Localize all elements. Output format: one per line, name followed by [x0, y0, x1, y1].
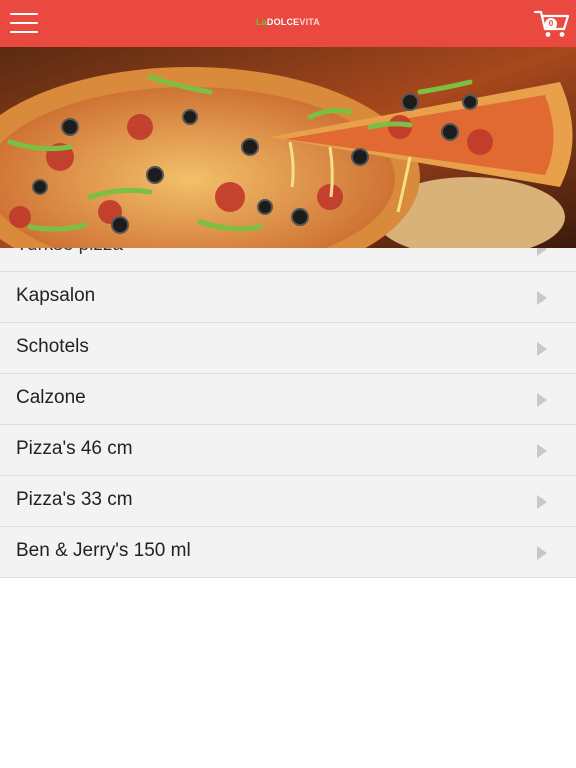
list-item[interactable]: Pizza's 33 cm [0, 476, 576, 527]
list-item-label: Calzone [16, 387, 86, 408]
list-item[interactable]: Schotels [0, 323, 576, 374]
chevron-right-icon [537, 495, 547, 509]
list-item-label: Ben & Jerry's 150 ml [16, 540, 191, 561]
list-item-label: Pizza's 46 cm [16, 438, 133, 459]
chevron-right-icon [537, 248, 547, 256]
shopping-cart-button[interactable]: 0 [533, 9, 570, 39]
top-bar: LaDOLCEVITA 0 [0, 0, 576, 47]
list-item[interactable]: Pizza's 46 cm [0, 425, 576, 476]
chevron-right-icon [537, 444, 547, 458]
list-item-label: Pizza's 33 cm [16, 489, 133, 510]
logo-text-la: La [255, 17, 267, 27]
hero-pizza-image [0, 47, 576, 248]
list-item-label: Kapsalon [16, 285, 96, 306]
chevron-right-icon [537, 291, 547, 305]
list-item[interactable]: Ben & Jerry's 150 ml [0, 527, 576, 578]
list-item[interactable]: Kapsalon [0, 272, 576, 323]
list-item-label: Turkse pizza [16, 248, 123, 256]
brand-logo: LaDOLCEVITA [0, 17, 576, 27]
logo-text-dolce: DOLCE [266, 17, 300, 27]
logo-text-vita: VITA [299, 17, 321, 27]
list-item-label: Schotels [16, 336, 89, 357]
list-item[interactable]: Calzone [0, 374, 576, 425]
chevron-right-icon [537, 393, 547, 407]
cart-count-badge: 0 [545, 18, 557, 30]
category-list: Turkse pizza Kapsalon Schotels Calzone P… [0, 248, 576, 578]
chevron-right-icon [537, 342, 547, 356]
chevron-right-icon [537, 546, 547, 560]
list-item[interactable]: Turkse pizza [0, 248, 576, 272]
